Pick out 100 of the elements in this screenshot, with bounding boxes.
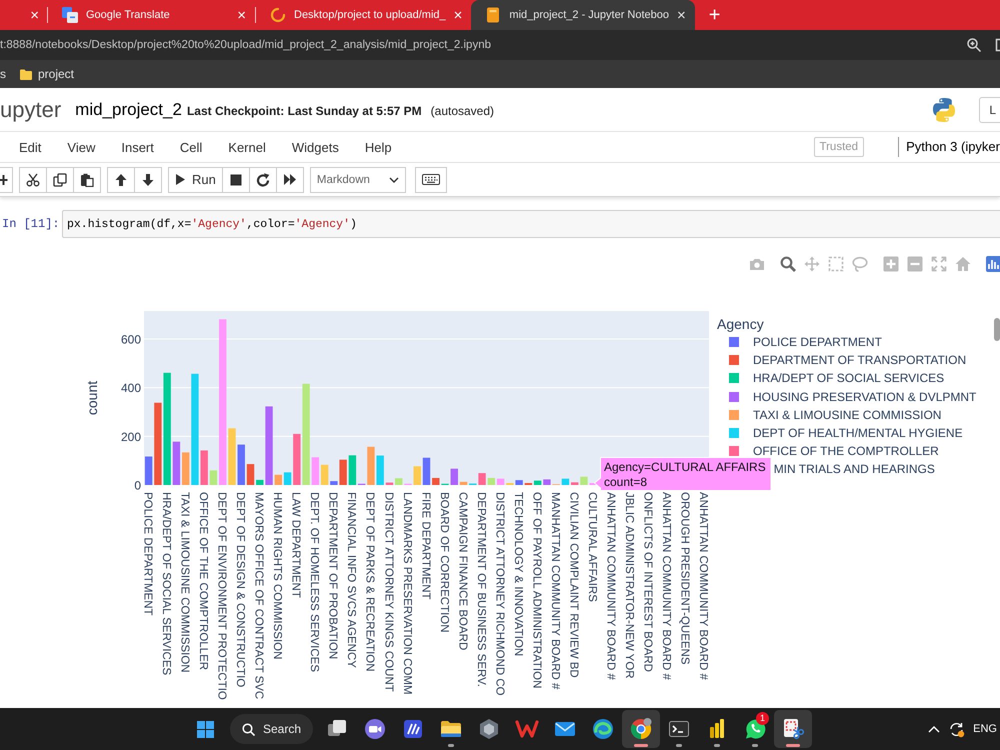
y-tick-label: 400 (120, 381, 141, 396)
tab-close-button[interactable]: × (454, 8, 462, 22)
notification-badge: 1 (756, 712, 769, 725)
search-icon (242, 722, 255, 736)
bar (386, 482, 394, 485)
legend-label[interactable]: TAXI & LIMOUSINE COMMISSION (753, 408, 942, 422)
x-tick-label: CAMPAIGN FINANCE BOARD (456, 492, 468, 650)
chart-logo-icon[interactable] (986, 256, 1000, 272)
sync-icon[interactable] (948, 720, 966, 738)
menu-item[interactable]: Widgets (278, 140, 352, 154)
search-button[interactable]: Search (230, 714, 313, 744)
menu-item[interactable]: View (54, 140, 108, 154)
x-tick-label: TECHNOLOGY & INNOVATION (512, 492, 524, 656)
tooltip-text: Agency=CULTURAL AFFAIRS (604, 460, 766, 474)
stop-button[interactable] (222, 166, 250, 192)
scrollbar-thumb[interactable] (994, 318, 1000, 341)
logo-icon (931, 96, 958, 122)
x-tick-label: ANHATTAN COMMUNITY BOARD # (660, 492, 672, 680)
taskbar-button[interactable] (774, 710, 812, 748)
y-tick-label: 0 (134, 478, 141, 492)
x-tick-label: FIRE DEPARTMENT (419, 492, 432, 600)
x-tick-label: ANHATTAN COMMUNITY BOARD # (604, 492, 617, 680)
plus-icon (0, 174, 8, 186)
keyboard-button[interactable] (414, 166, 447, 192)
x-tick-label: TAXI & LIMOUSINE COMMISSION (178, 492, 190, 673)
fast-forward-icon (282, 173, 297, 186)
bookmark-item[interactable]: s (0, 67, 6, 81)
taskbar-button[interactable]: 1 (736, 710, 774, 748)
move-down-button[interactable] (135, 166, 162, 192)
checkpoint-text: Last Checkpoint: Last Sunday at 5:57 PM (186, 104, 422, 118)
taskbar-button[interactable] (622, 710, 660, 748)
video-chat-icon (363, 717, 387, 741)
restart-button[interactable] (250, 166, 277, 192)
notebook-title[interactable]: mid_project_2 (75, 100, 182, 120)
add-cell-button[interactable] (0, 166, 13, 192)
bar (414, 466, 421, 485)
bar (238, 444, 245, 485)
browser-tab[interactable]: × (0, 0, 47, 30)
tab-close-button[interactable]: × (677, 8, 686, 22)
legend-label[interactable]: DEPT OF HEALTH/MENTAL HYGIENE (753, 426, 963, 440)
x-tick-label: ONFLICTS OF INTEREST BOARD (642, 492, 654, 672)
x-tick-label: MANHATTAN COMMUNITY BOARD # (548, 492, 561, 690)
bar (460, 482, 468, 485)
start-icon[interactable] (196, 720, 214, 738)
tab-close-button[interactable]: × (30, 8, 39, 22)
language-indicator[interactable]: ENG (973, 723, 997, 735)
x-tick-label: OFFICE OF THE COMPTROLLER (197, 492, 209, 670)
new-tab-button[interactable]: + (708, 5, 720, 25)
x-tick-label: DEPT. OF HOMELESS SERVICES (308, 492, 320, 672)
book-icon (485, 7, 502, 23)
x-tick-label: OFF OF PAYROLL ADMINISTRATION (530, 492, 542, 688)
restart-icon (256, 172, 270, 186)
menu-item[interactable]: Kernel (215, 140, 279, 154)
legend-label[interactable]: DEPARTMENT OF TRANSPORTATION (753, 353, 966, 368)
menu-item[interactable]: Insert (108, 140, 167, 154)
bar (562, 478, 570, 485)
caret-icon (388, 176, 399, 182)
x-tick-label: DEPT OF ENVIRONMENT PROTECTIO (216, 492, 228, 700)
bar (200, 450, 208, 485)
run-button[interactable]: Run (168, 166, 223, 192)
run-all-button[interactable] (276, 166, 304, 192)
logo-text: upyter (0, 96, 62, 122)
chevron-up-icon[interactable] (928, 725, 940, 733)
move-up-button[interactable] (107, 166, 135, 192)
striped-tile-icon (401, 717, 425, 741)
spinner-icon (270, 7, 286, 23)
x-tick-label: OROUGH PRESIDENT-QUEENS (678, 492, 691, 665)
code-input[interactable]: px.histogram(df,x='Agency',color='Agency') (62, 210, 1000, 238)
paste-button[interactable] (74, 166, 101, 192)
menu-item[interactable]: Help (352, 140, 405, 154)
x-tick-label: DEPT OF DESIGN & CONSTRUCTIO (234, 492, 246, 688)
bar (450, 468, 458, 485)
legend-label[interactable]: POLICE DEPARTMENT (753, 335, 882, 350)
legend-label[interactable]: HOUSING PRESERVATION & DVLPMNT (753, 390, 976, 404)
wheel-logo-icon (629, 717, 653, 741)
legend-label[interactable]: HRA/DEPT OF SOCIAL SERVICES (753, 371, 944, 386)
legend-label[interactable]: OFFICE OF THE COMPTROLLER (753, 444, 939, 458)
copy-button[interactable] (47, 166, 74, 192)
up-arrow-icon (114, 172, 128, 186)
browser-tab[interactable]: mid_project_2 - Jupyter Noteboo × (471, 0, 695, 30)
legend-title: Agency (717, 315, 764, 333)
kernel-indicator: Python 3 (ipyker (898, 137, 1000, 157)
browser-tab[interactable]: Desktop/project to upload/mid_ × (256, 0, 472, 30)
header-button[interactable]: L (979, 96, 1000, 122)
tooltip-text: count=8 (604, 475, 648, 489)
x-tick-label: CIVILIAN COMPLAINT REVIEW BD (568, 492, 580, 678)
folder-icon (20, 68, 32, 80)
cell-type-select[interactable]: Markdown (310, 166, 406, 192)
cut-button[interactable] (19, 166, 47, 192)
browser-tab[interactable]: Google Translate × (48, 0, 255, 30)
legend-label[interactable]: MIN TRIALS AND HEARINGS (774, 462, 935, 476)
zoom-icon[interactable] (967, 38, 981, 52)
x-tick-label: DISTRICT ATTORNEY RICHMOND CO (493, 492, 506, 696)
x-tick-label: ANHATTAN COMMUNITY BOARD # (697, 492, 710, 680)
menu-item[interactable]: Edit (6, 140, 54, 154)
tab-close-button[interactable]: × (237, 8, 246, 22)
x-tick-label: BOARD OF CORRECTION (438, 492, 450, 633)
bookmark-folder[interactable]: project (20, 67, 74, 81)
zoom-icon[interactable] (780, 256, 796, 272)
menu-item[interactable]: Cell (166, 140, 216, 154)
